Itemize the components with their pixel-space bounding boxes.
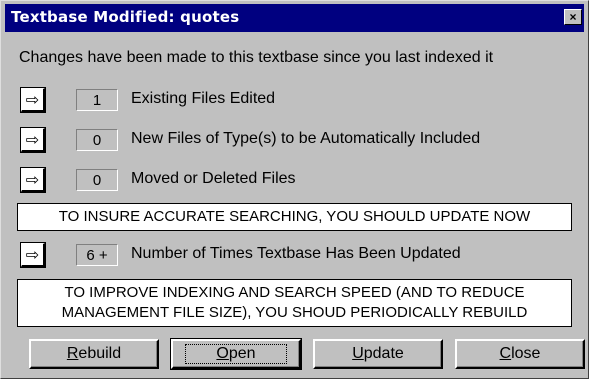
close-icon: × (569, 10, 577, 24)
rebuild-banner-line-1: TO IMPROVE INDEXING AND SEARCH SPEED (AN… (64, 284, 525, 301)
arrow-right-icon: ⇨ (25, 129, 40, 149)
new-files-label: New Files of Type(s) to be Automatically… (131, 130, 481, 147)
close-window-button[interactable]: × (564, 9, 582, 25)
edited-files-label: Existing Files Edited (131, 90, 276, 107)
close-button-label: Close (499, 345, 541, 362)
rebuild-button-label: Rebuild (66, 345, 122, 362)
moved-files-details-button[interactable]: ⇨ (20, 167, 46, 193)
open-button-label: Open (185, 344, 287, 364)
update-count-label: Number of Times Textbase Has Been Update… (131, 245, 461, 262)
window-title: Textbase Modified: quotes (11, 8, 240, 26)
update-count-details-button[interactable]: ⇨ (20, 242, 46, 268)
update-button-label: Update (352, 345, 404, 362)
update-recommendation-banner: TO INSURE ACCURATE SEARCHING, YOU SHOULD… (17, 203, 572, 231)
update-button[interactable]: Update (313, 339, 443, 369)
open-button[interactable]: Open (170, 338, 302, 370)
moved-files-count: 0 (76, 169, 118, 191)
arrow-right-icon: ⇨ (25, 244, 40, 264)
update-count-value: 6 + (76, 244, 118, 266)
rebuild-recommendation-banner: TO IMPROVE INDEXING AND SEARCH SPEED (AN… (17, 279, 572, 327)
rebuild-banner-line-2: MANAGEMENT FILE SIZE), YOU SHOUD PERIODI… (61, 304, 528, 321)
moved-files-label: Moved or Deleted Files (131, 170, 296, 187)
title-bar[interactable]: Textbase Modified: quotes × (5, 4, 584, 32)
edited-files-count: 1 (76, 89, 118, 111)
close-button[interactable]: Close (455, 339, 585, 369)
rebuild-button[interactable]: Rebuild (29, 339, 159, 369)
edited-files-details-button[interactable]: ⇨ (20, 87, 46, 113)
arrow-right-icon: ⇨ (25, 89, 40, 109)
new-files-details-button[interactable]: ⇨ (20, 127, 46, 153)
status-message: Changes have been made to this textbase … (19, 49, 494, 66)
arrow-right-icon: ⇨ (25, 169, 40, 189)
textbase-modified-dialog: Textbase Modified: quotes × Changes have… (0, 0, 589, 379)
new-files-count: 0 (76, 129, 118, 151)
